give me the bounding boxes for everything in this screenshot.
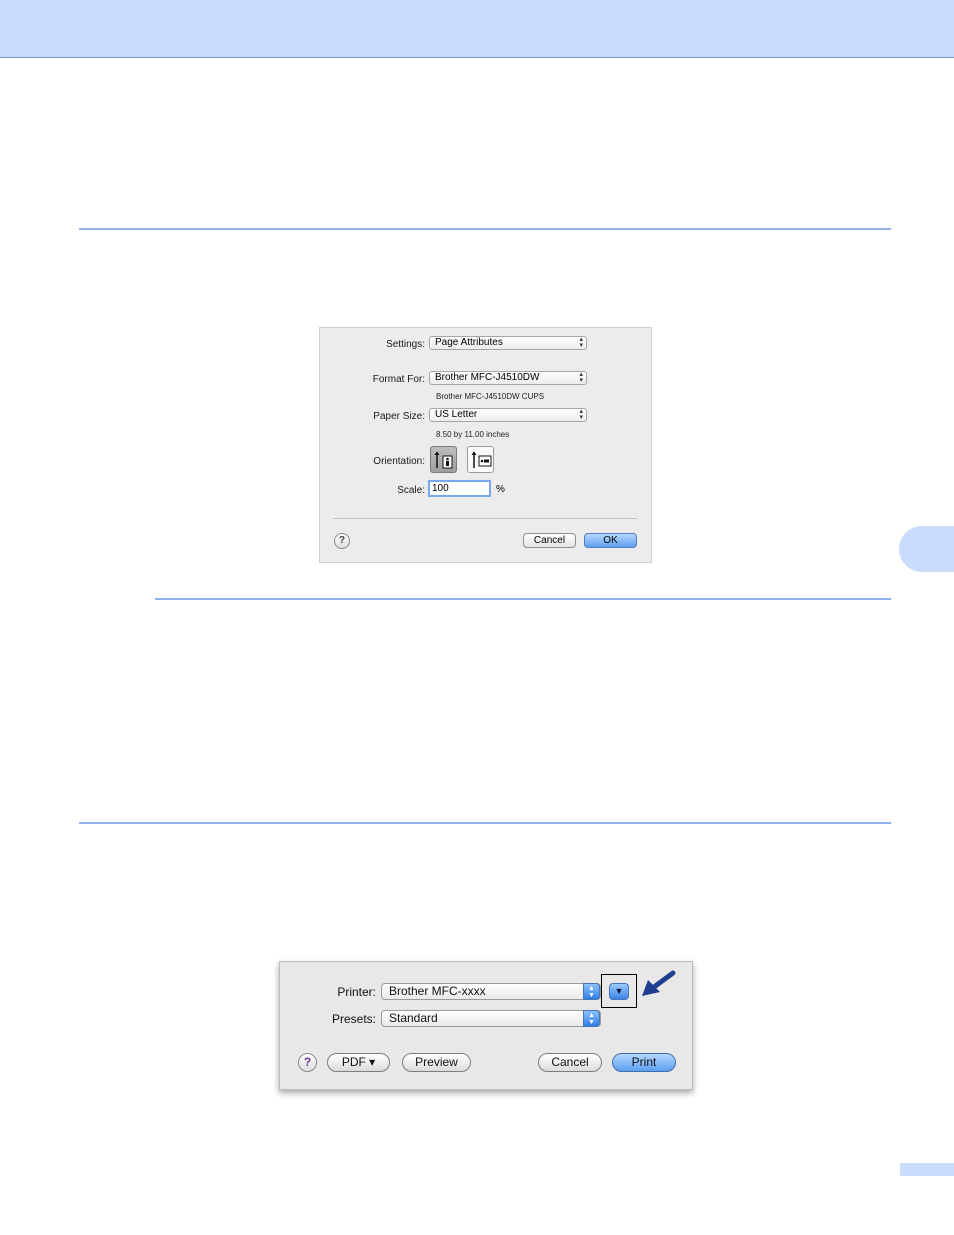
up-down-arrows-icon: ▴ ▾ bbox=[579, 408, 583, 421]
settings-popup[interactable]: Page Attributes ▴ ▾ bbox=[429, 336, 587, 350]
show-details-button[interactable]: ▼ bbox=[609, 983, 629, 1000]
scale-unit: % bbox=[496, 484, 505, 495]
cancel-button[interactable]: Cancel bbox=[523, 533, 576, 548]
orientation-portrait-button[interactable] bbox=[430, 446, 457, 473]
help-button[interactable]: ? bbox=[298, 1053, 317, 1072]
section-rule-bottom bbox=[79, 822, 891, 824]
cancel-button[interactable]: Cancel bbox=[538, 1053, 602, 1072]
format-for-popup[interactable]: Brother MFC-J4510DW ▴ ▾ bbox=[429, 371, 587, 385]
settings-value: Page Attributes bbox=[435, 337, 503, 348]
dialog-separator bbox=[333, 518, 637, 519]
landscape-orientation-icon bbox=[471, 451, 492, 468]
print-button[interactable]: Print bbox=[612, 1053, 676, 1072]
section-rule-top bbox=[79, 228, 891, 230]
scale-label: Scale: bbox=[397, 485, 425, 496]
settings-label: Settings: bbox=[386, 339, 425, 350]
help-button[interactable]: ? bbox=[334, 533, 350, 549]
up-down-arrows-icon: ▲ ▼ bbox=[583, 983, 600, 1000]
blue-pointer-arrow-icon bbox=[642, 970, 676, 996]
orientation-label: Orientation: bbox=[373, 456, 425, 467]
up-down-arrows-icon: ▲ ▼ bbox=[583, 1010, 600, 1027]
printer-label: Printer: bbox=[337, 985, 376, 999]
header-band bbox=[0, 0, 954, 58]
up-down-arrows-icon: ▴ ▾ bbox=[579, 336, 583, 349]
presets-popup[interactable]: Standard ▲ ▼ bbox=[381, 1010, 601, 1027]
pdf-button[interactable]: PDF ▾ bbox=[327, 1053, 390, 1072]
presets-value: Standard bbox=[389, 1011, 438, 1025]
chapter-side-tab bbox=[899, 526, 954, 572]
orientation-landscape-button[interactable] bbox=[467, 446, 494, 473]
printer-popup[interactable]: Brother MFC-xxxx ▲ ▼ bbox=[381, 983, 601, 1000]
paper-size-popup[interactable]: US Letter ▴ ▾ bbox=[429, 408, 587, 422]
preview-button[interactable]: Preview bbox=[402, 1053, 471, 1072]
scale-input[interactable]: 100 bbox=[428, 480, 491, 497]
format-for-label: Format For: bbox=[372, 374, 425, 385]
format-for-note: Brother MFC-J4510DW CUPS bbox=[436, 392, 545, 401]
portrait-orientation-icon bbox=[434, 451, 453, 469]
ok-button[interactable]: OK bbox=[584, 533, 637, 548]
page-setup-dialog: Settings: Format For: Paper Size: Orient… bbox=[319, 327, 652, 563]
page-number-tab bbox=[900, 1163, 954, 1176]
section-rule-note bbox=[155, 598, 891, 600]
up-down-arrows-icon: ▴ ▾ bbox=[579, 371, 583, 384]
presets-label: Presets: bbox=[331, 1012, 376, 1026]
paper-size-note: 8.50 by 11.00 inches bbox=[436, 430, 510, 439]
format-for-value: Brother MFC-J4510DW bbox=[435, 372, 540, 383]
paper-size-value: US Letter bbox=[435, 409, 478, 420]
printer-value: Brother MFC-xxxx bbox=[389, 984, 486, 998]
paper-size-label: Paper Size: bbox=[373, 411, 425, 422]
